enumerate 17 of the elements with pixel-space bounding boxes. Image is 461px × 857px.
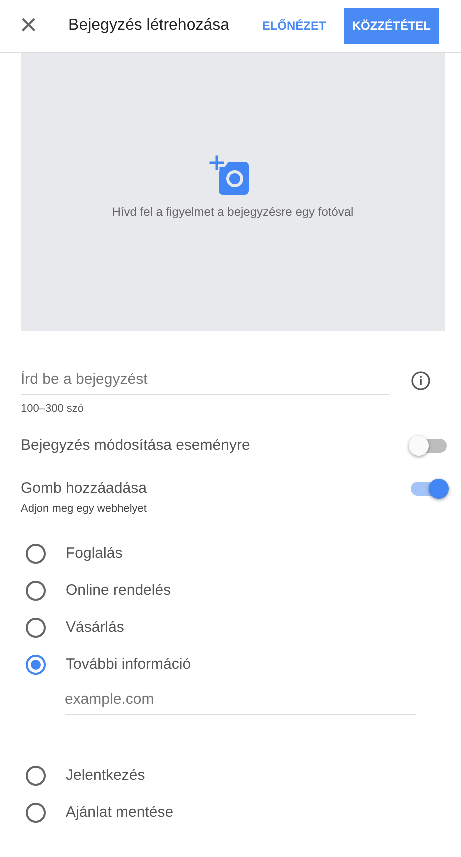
dialog-title: Bejegyzés létrehozása <box>68 17 231 35</box>
radio-option[interactable]: Ajánlat mentése <box>21 794 174 831</box>
toggle-switch[interactable] <box>411 482 447 496</box>
toggle-switch[interactable] <box>411 438 447 452</box>
radio-option[interactable]: Vásárlás <box>21 609 124 646</box>
toggle-label: Gomb hozzáadása <box>21 480 147 497</box>
radio-option[interactable]: Foglalás <box>21 535 123 572</box>
toggle-label: Bejegyzés módosítása eseményre <box>21 437 250 454</box>
radio-option[interactable]: További információ <box>21 646 192 683</box>
close-button[interactable]: × <box>14 11 44 41</box>
info-icon[interactable] <box>411 371 431 391</box>
photo-caption: Hívd fel a figyelmet a bejegyzésre egy fotóval <box>112 205 354 219</box>
word-count-hint: 100–300 szó <box>21 403 85 415</box>
photo-upload-area[interactable]: Hívd fel a figyelmet a bejegyzésre egy fotóval <box>21 53 445 331</box>
radio-option[interactable]: Online rendelés <box>21 572 172 609</box>
radio-option[interactable]: Jelentkezés <box>21 757 146 794</box>
toggle-subtitle: Adjon meg egy webhelyet <box>21 503 148 515</box>
